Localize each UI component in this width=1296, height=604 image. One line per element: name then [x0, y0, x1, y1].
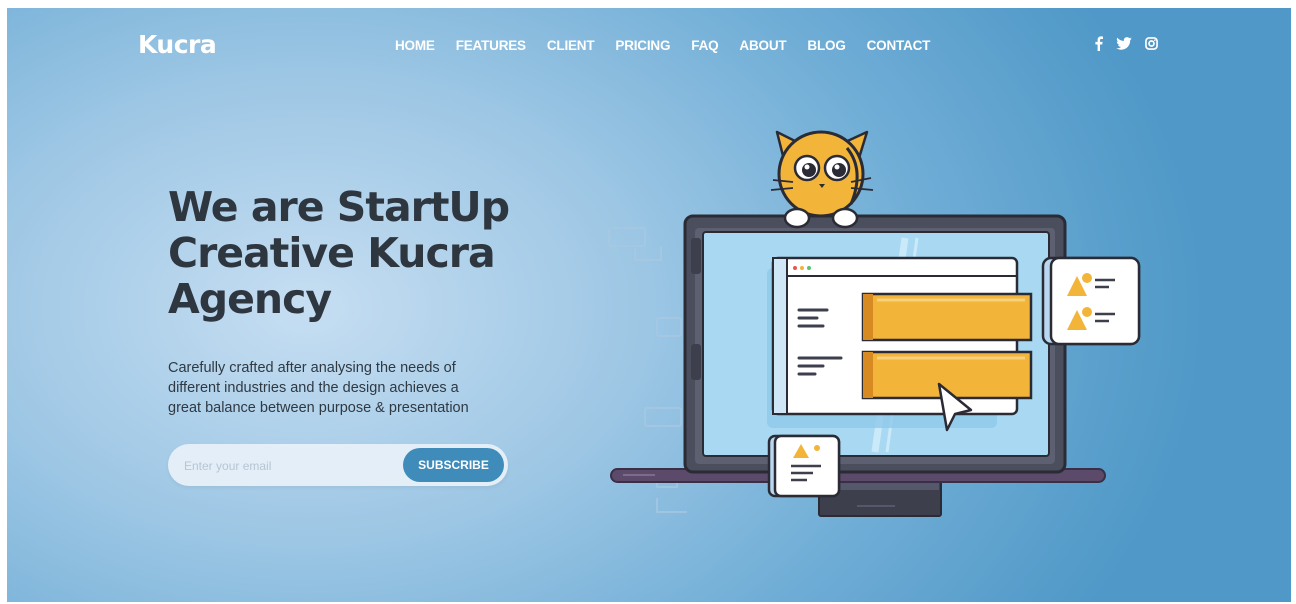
instagram-icon[interactable] — [1145, 37, 1158, 53]
headline-line-3: Agency — [168, 275, 332, 323]
nav-link-client[interactable]: CLIENT — [547, 38, 595, 53]
email-input[interactable] — [182, 455, 396, 477]
browser-window-card — [767, 256, 1019, 428]
nav-link-blog[interactable]: BLOG — [807, 38, 845, 53]
floating-image-card-right — [1041, 256, 1141, 346]
headline-line-1: We are StartUp — [168, 183, 510, 231]
nav-link-contact[interactable]: CONTACT — [867, 38, 931, 53]
description-line-2: different industries and the design achi… — [168, 380, 459, 396]
subscribe-button[interactable]: SUBSCRIBE — [403, 448, 504, 482]
subscribe-form: SUBSCRIBE — [168, 444, 508, 486]
floating-image-card-bottom — [767, 434, 841, 498]
hero-description: Carefully crafted after analysing the ne… — [168, 358, 528, 418]
nav-link-features[interactable]: FEATURES — [456, 38, 526, 53]
social-links — [1094, 36, 1158, 54]
nav-link-faq[interactable]: FAQ — [691, 38, 718, 53]
hero-section: Kucra HOME FEATURES CLIENT PRICING FAQ A… — [7, 8, 1291, 602]
nav-link-pricing[interactable]: PRICING — [615, 38, 670, 53]
brand-logo[interactable]: Kucra — [138, 30, 217, 59]
nav-link-home[interactable]: HOME — [395, 38, 435, 53]
cat-mascot-icon — [770, 130, 874, 229]
description-line-3: great balance between purpose & presenta… — [168, 400, 469, 416]
description-line-1: Carefully crafted after analysing the ne… — [168, 360, 456, 376]
main-nav: HOME FEATURES CLIENT PRICING FAQ ABOUT B… — [395, 38, 951, 53]
hero-headline: We are StartUp Creative Kucra Agency — [168, 184, 548, 322]
twitter-icon[interactable] — [1116, 37, 1132, 53]
facebook-icon[interactable] — [1094, 36, 1103, 54]
nav-link-about[interactable]: ABOUT — [739, 38, 786, 53]
headline-line-2: Creative Kucra — [168, 229, 496, 277]
hero-illustration — [608, 130, 1141, 517]
